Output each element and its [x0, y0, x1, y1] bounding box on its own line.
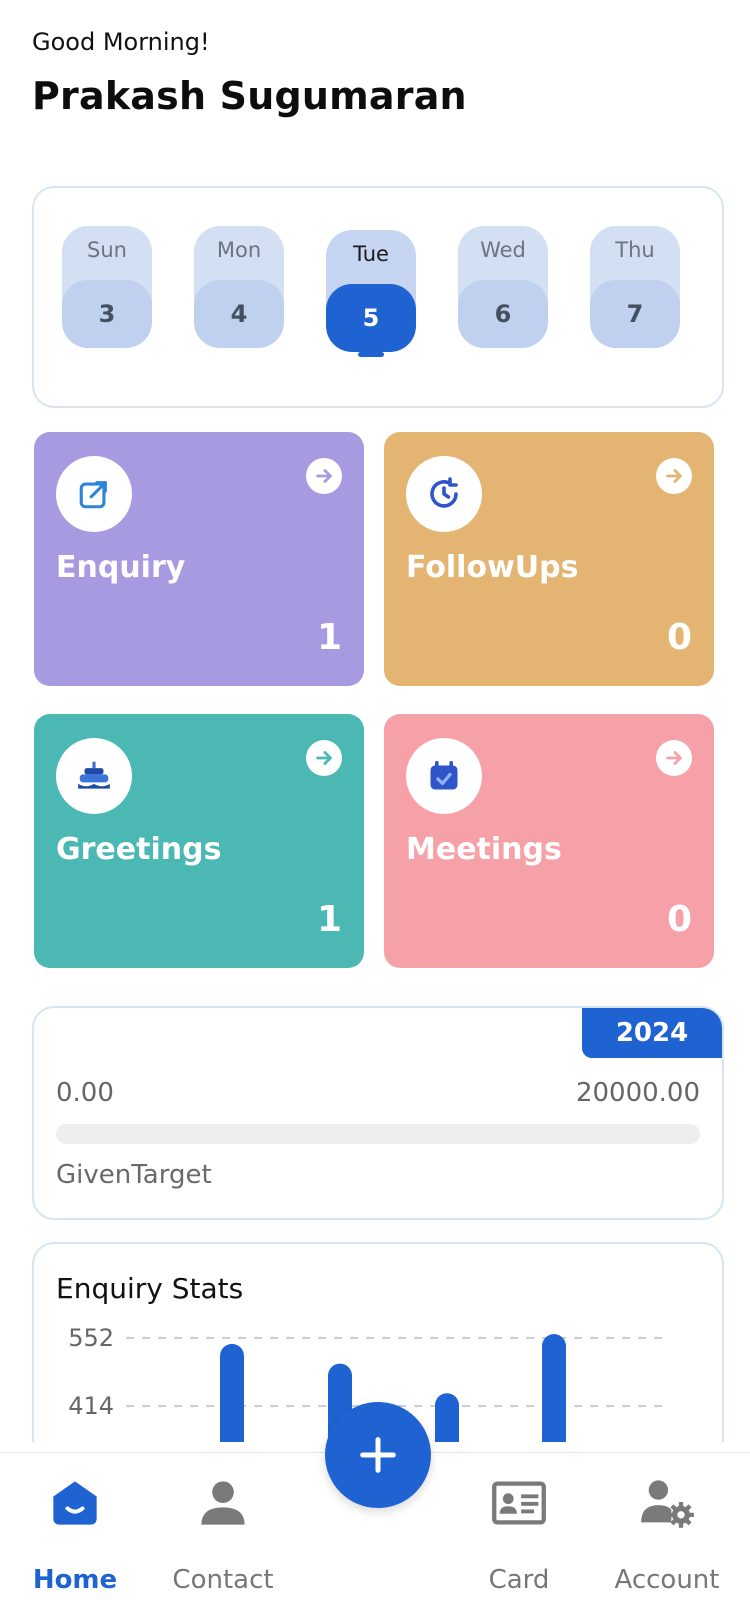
target-min-value: 0.00 [56, 1078, 114, 1108]
arrow-right-icon[interactable] [656, 740, 692, 776]
target-max-value: 20000.00 [575, 1078, 700, 1108]
tile-count: 1 [316, 899, 342, 940]
day-tue-selected[interactable]: Tue 5 [326, 230, 416, 352]
arrow-right-icon[interactable] [306, 740, 342, 776]
y-tick-label: 414 [68, 1392, 114, 1420]
target-progress-bar [56, 1124, 700, 1144]
calendar-check-icon [406, 738, 482, 814]
chart-bar [542, 1334, 566, 1442]
id-card-icon [491, 1477, 547, 1533]
nav-label: Account [614, 1565, 720, 1595]
account-settings-icon [639, 1477, 695, 1533]
day-wed[interactable]: Wed 6 [458, 226, 548, 348]
tile-label: FollowUps [406, 550, 579, 585]
tile-label: Meetings [406, 832, 562, 867]
nav-account[interactable]: Account [592, 1453, 742, 1600]
external-link-icon [56, 456, 132, 532]
home-icon [49, 1477, 101, 1533]
day-name: Tue [353, 242, 389, 266]
nav-home[interactable]: Home [0, 1453, 150, 1600]
cake-icon [56, 738, 132, 814]
y-tick-label: 552 [68, 1324, 114, 1352]
greeting-text: Good Morning! [32, 28, 210, 56]
tile-label: Enquiry [56, 550, 186, 585]
year-badge[interactable]: 2024 [582, 1008, 722, 1058]
chart-bar [220, 1343, 244, 1442]
tile-count: 0 [666, 899, 692, 940]
meetings-tile[interactable]: Meetings 0 [384, 714, 714, 968]
user-icon [197, 1477, 249, 1533]
target-label: GivenTarget [56, 1160, 212, 1190]
tile-count: 1 [316, 617, 342, 658]
week-calendar: Sun 3 Mon 4 Tue 5 Wed 6 Thu 7 [32, 186, 724, 408]
followups-tile[interactable]: FollowUps 0 [384, 432, 714, 686]
selected-day-indicator [358, 352, 384, 357]
arrow-right-icon[interactable] [656, 458, 692, 494]
clock-refresh-icon [406, 456, 482, 532]
day-number: 3 [62, 280, 152, 348]
add-fab-button[interactable] [325, 1402, 431, 1508]
arrow-right-icon[interactable] [306, 458, 342, 494]
day-number: 6 [458, 280, 548, 348]
day-thu[interactable]: Thu 7 [590, 226, 680, 348]
chart-bar [435, 1393, 459, 1442]
nav-label: Card [488, 1565, 550, 1595]
day-number: 4 [194, 280, 284, 348]
target-card: 2024 0.00 20000.00 GivenTarget [32, 1006, 724, 1220]
user-name: Prakash Sugumaran [32, 74, 467, 118]
enquiry-tile[interactable]: Enquiry 1 [34, 432, 364, 686]
day-number: 7 [590, 280, 680, 348]
day-mon[interactable]: Mon 4 [194, 226, 284, 348]
day-name: Mon [216, 238, 262, 262]
day-name: Sun [87, 238, 127, 262]
day-name: Thu [615, 238, 655, 262]
greetings-tile[interactable]: Greetings 1 [34, 714, 364, 968]
day-name: Wed [480, 238, 526, 262]
nav-contact[interactable]: Contact [148, 1453, 298, 1600]
nav-card[interactable]: Card [444, 1453, 594, 1600]
nav-label: Home [32, 1565, 118, 1595]
tile-count: 0 [666, 617, 692, 658]
tile-label: Greetings [56, 832, 222, 867]
day-number: 5 [326, 284, 416, 352]
plus-icon [360, 1437, 396, 1473]
nav-label: Contact [172, 1565, 274, 1595]
day-sun[interactable]: Sun 3 [62, 226, 152, 348]
